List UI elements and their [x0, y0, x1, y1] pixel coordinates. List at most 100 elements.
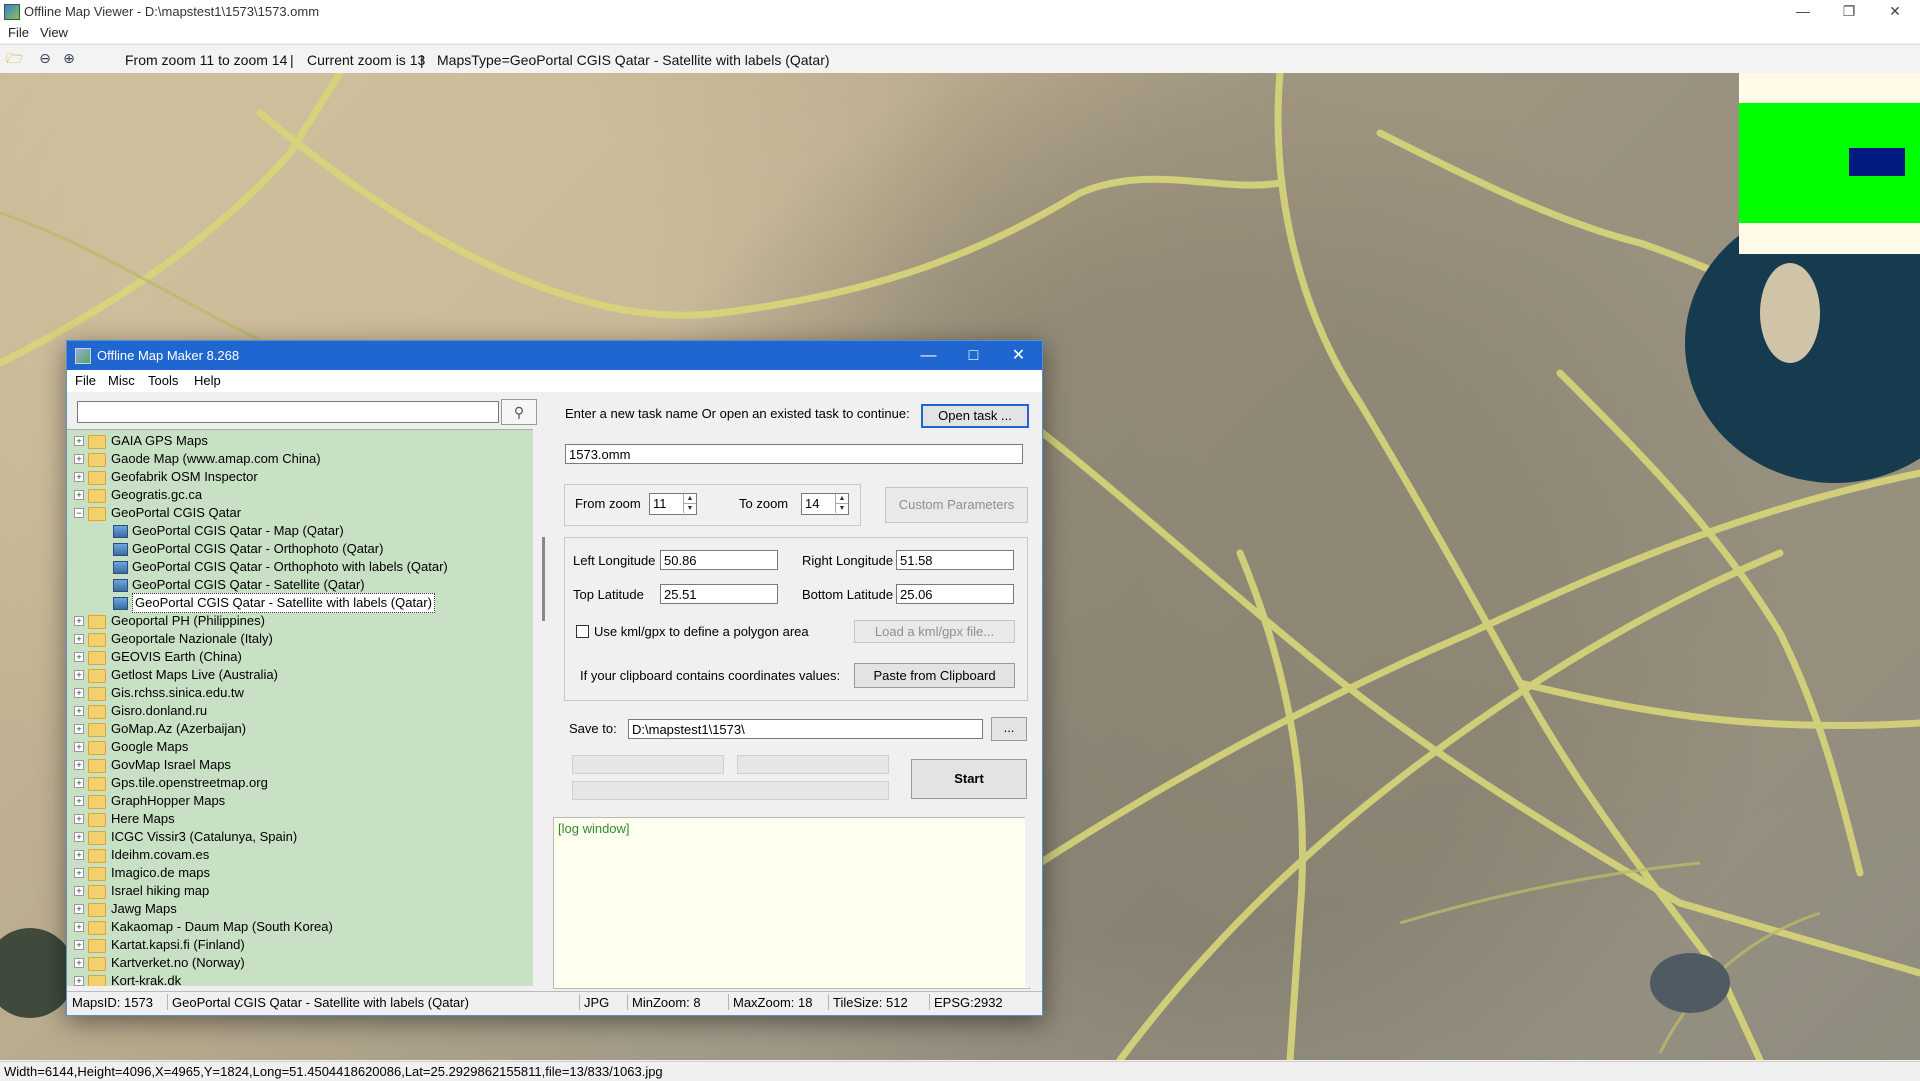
open-folder-icon[interactable]: 🗁: [6, 50, 23, 66]
from-zoom-label: From zoom: [575, 496, 641, 511]
folder-icon: [88, 921, 106, 935]
tree-item-label: GeoPortal CGIS Qatar - Satellite (Qatar): [132, 577, 365, 592]
close-icon[interactable]: ✕: [1872, 0, 1918, 22]
from-zoom-spinner[interactable]: 11 ▲ ▼: [649, 493, 697, 515]
folder-icon: [88, 669, 106, 683]
dialog-minimize-icon[interactable]: —: [906, 341, 951, 370]
status-separator: [929, 994, 930, 1010]
top-latitude-input[interactable]: 25.51: [660, 584, 778, 604]
dialog-menu-tools[interactable]: Tools: [148, 373, 178, 388]
expand-toggle-icon[interactable]: +: [74, 706, 84, 716]
expand-toggle-icon[interactable]: +: [74, 724, 84, 734]
expand-toggle-icon[interactable]: +: [74, 832, 84, 842]
dialog-close-icon[interactable]: ✕: [996, 341, 1041, 370]
expand-toggle-icon[interactable]: −: [74, 508, 84, 518]
tree-scrollbar[interactable]: [539, 429, 549, 985]
progress-bar-1: [572, 755, 724, 774]
folder-icon: [88, 849, 106, 863]
log-window[interactable]: [log window]: [553, 817, 1030, 989]
status-format: JPG: [584, 995, 610, 1010]
task-prompt-label: Enter a new task name Or open an existed…: [565, 406, 910, 421]
menu-file[interactable]: File: [8, 25, 29, 40]
status-separator: [828, 994, 829, 1010]
expand-toggle-icon[interactable]: +: [74, 436, 84, 446]
expand-toggle-icon[interactable]: +: [74, 886, 84, 896]
expand-toggle-icon[interactable]: +: [74, 796, 84, 806]
expand-toggle-icon[interactable]: +: [74, 652, 84, 662]
status-tile-size: TileSize: 512: [833, 995, 908, 1010]
left-longitude-input[interactable]: 50.86: [660, 550, 778, 570]
load-kml-button[interactable]: Load a kml/gpx file...: [854, 620, 1015, 643]
dialog-menu-misc[interactable]: Misc: [108, 373, 135, 388]
start-button[interactable]: Start: [911, 759, 1027, 799]
folder-icon: [88, 885, 106, 899]
overview-viewport-indicator[interactable]: [1849, 148, 1905, 176]
expand-toggle-icon[interactable]: +: [74, 670, 84, 680]
expand-toggle-icon[interactable]: +: [74, 490, 84, 500]
log-scrollbar[interactable]: [1025, 817, 1039, 987]
app-icon: [4, 4, 20, 20]
toolbar-separator: |: [290, 52, 294, 68]
paste-from-clipboard-button[interactable]: Paste from Clipboard: [854, 663, 1015, 688]
tree-item-label: Geoportale Nazionale (Italy): [111, 631, 273, 646]
overview-minimap[interactable]: [1739, 73, 1920, 254]
expand-toggle-icon[interactable]: +: [74, 904, 84, 914]
save-to-input[interactable]: D:\mapstest1\1573\: [628, 719, 983, 739]
expand-toggle-icon[interactable]: +: [74, 868, 84, 878]
map-icon: [113, 597, 128, 610]
dialog-menu-help[interactable]: Help: [194, 373, 221, 388]
tree-item-label: Gis.rchss.sinica.edu.tw: [111, 685, 244, 700]
map-icon: [113, 525, 128, 538]
expand-toggle-icon[interactable]: +: [74, 814, 84, 824]
tree-item-label: Geogratis.gc.ca: [111, 487, 203, 502]
bottom-latitude-input[interactable]: 25.06: [896, 584, 1014, 604]
bottom-latitude-label: Bottom Latitude: [802, 587, 894, 602]
tree-item-label: Google Maps: [111, 739, 189, 754]
expand-toggle-icon[interactable]: +: [74, 976, 84, 986]
dialog-menu-file[interactable]: File: [75, 373, 96, 388]
minimize-icon[interactable]: —: [1780, 0, 1826, 22]
status-maps-id: MapsID: 1573: [72, 995, 153, 1010]
to-zoom-label: To zoom: [739, 496, 789, 511]
spin-up-icon[interactable]: ▲: [835, 494, 848, 504]
spin-down-icon[interactable]: ▼: [835, 504, 848, 513]
task-name-input[interactable]: 1573.omm: [565, 444, 1023, 464]
tree-item-label: ICGC Vissir3 (Catalunya, Spain): [111, 829, 298, 844]
restore-icon[interactable]: ❐: [1826, 0, 1872, 22]
expand-toggle-icon[interactable]: +: [74, 454, 84, 464]
expand-toggle-icon[interactable]: +: [74, 634, 84, 644]
folder-icon: [88, 795, 106, 809]
to-zoom-spinner[interactable]: 14 ▲ ▼: [801, 493, 849, 515]
main-titlebar: Offline Map Viewer - D:\mapstest1\1573\1…: [0, 0, 1920, 23]
maps-tree[interactable]: + GAIA GPS Maps + Gaode Map (www.amap.com C…: [67, 429, 533, 986]
menu-view[interactable]: View: [40, 25, 68, 40]
to-zoom-value: 14: [805, 496, 820, 511]
expand-toggle-icon[interactable]: +: [74, 850, 84, 860]
spin-up-icon[interactable]: ▲: [683, 494, 696, 504]
tree-scroll-thumb[interactable]: [542, 537, 545, 621]
expand-toggle-icon[interactable]: +: [74, 778, 84, 788]
expand-toggle-icon[interactable]: +: [74, 472, 84, 482]
search-icon[interactable]: ⚲: [501, 399, 537, 425]
expand-toggle-icon[interactable]: +: [74, 922, 84, 932]
dialog-maximize-icon[interactable]: □: [951, 341, 996, 370]
spin-down-icon[interactable]: ▼: [683, 504, 696, 513]
tree-item-label: Kartat.kapsi.fi (Finland): [111, 937, 245, 952]
expand-toggle-icon[interactable]: +: [74, 616, 84, 626]
right-longitude-label: Right Longitude: [802, 553, 894, 568]
folder-icon: [88, 723, 106, 737]
open-task-button[interactable]: Open task ...: [921, 404, 1029, 428]
expand-toggle-icon[interactable]: +: [74, 742, 84, 752]
main-statusbar: Width=6144,Height=4096,X=4965,Y=1824,Lon…: [0, 1061, 1920, 1081]
zoom-out-icon[interactable]: ⊖: [37, 50, 53, 66]
maps-search-input[interactable]: [77, 401, 499, 423]
expand-toggle-icon[interactable]: +: [74, 958, 84, 968]
expand-toggle-icon[interactable]: +: [74, 688, 84, 698]
expand-toggle-icon[interactable]: +: [74, 940, 84, 950]
custom-parameters-button[interactable]: Custom Parameters: [885, 487, 1028, 523]
expand-toggle-icon[interactable]: +: [74, 760, 84, 770]
browse-button[interactable]: ...: [991, 717, 1027, 741]
zoom-in-icon[interactable]: ⊕: [61, 50, 77, 66]
right-longitude-input[interactable]: 51.58: [896, 550, 1014, 570]
use-kml-checkbox[interactable]: [576, 625, 589, 638]
